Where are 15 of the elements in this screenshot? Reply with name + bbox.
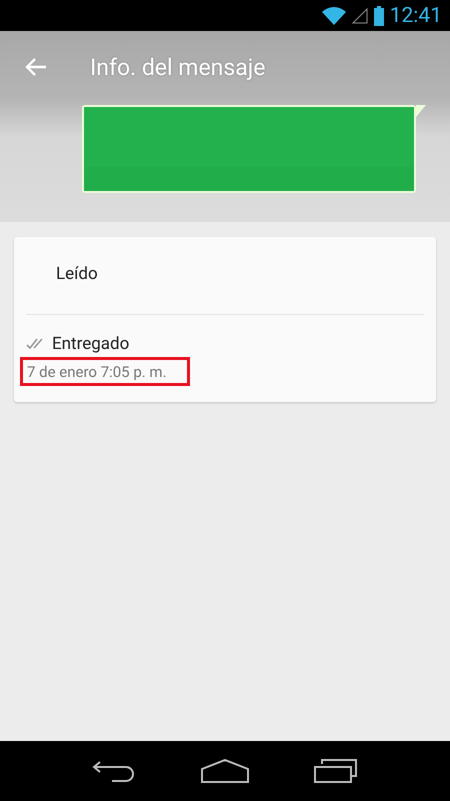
battery-icon xyxy=(374,6,384,26)
screen-title: Info. del mensaje xyxy=(90,54,266,80)
home-icon xyxy=(200,759,249,783)
receipt-time: 7 de enero 7:05 p. m. xyxy=(27,363,167,381)
back-nav-button[interactable] xyxy=(92,760,136,782)
back-arrow-icon xyxy=(25,58,47,76)
recent-apps-icon xyxy=(314,758,358,784)
back-nav-icon xyxy=(92,760,136,782)
home-nav-button[interactable] xyxy=(200,759,249,783)
receipt-label: Entregado xyxy=(52,334,130,354)
receipt-label: Leído xyxy=(56,264,98,284)
recents-nav-button[interactable] xyxy=(314,758,358,784)
clock: 12:41 xyxy=(390,4,442,28)
wifi-icon xyxy=(322,6,346,24)
signal-icon xyxy=(352,8,368,24)
